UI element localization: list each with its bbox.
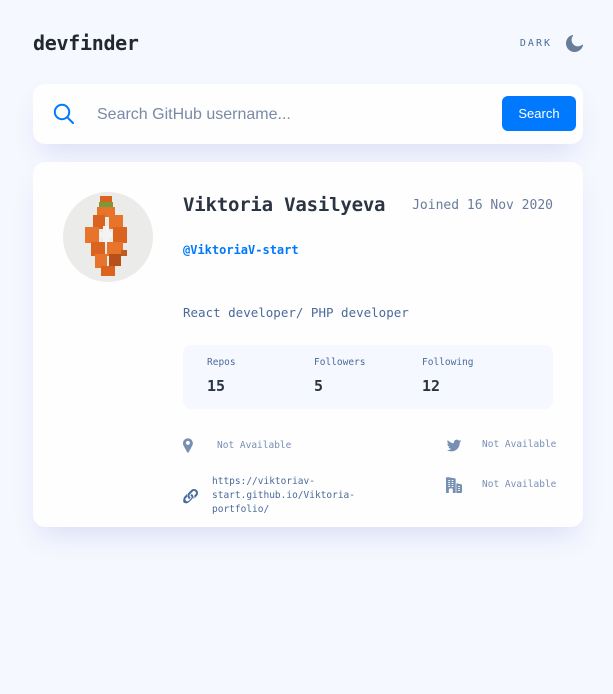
profile-card: Viktoria Vasilyeva Joined 16 Nov 2020 @V… (33, 162, 583, 527)
app-logo: devfinder (33, 31, 139, 55)
company-text: Not Available (482, 479, 557, 490)
stat-following: Following 12 (422, 357, 473, 395)
stat-value: 5 (314, 377, 324, 395)
location-text: Not Available (217, 439, 292, 451)
profile-bio: React developer/ PHP developer (183, 305, 409, 320)
search-input[interactable] (95, 98, 479, 132)
stat-label: Following (422, 357, 474, 368)
app-header: devfinder DARK (33, 28, 583, 58)
theme-toggle-button[interactable]: DARK (519, 34, 583, 52)
search-button[interactable]: Search (502, 96, 576, 131)
profile-login-link[interactable]: @ViktoriaV-start (183, 243, 299, 257)
stats-panel: Repos 15 Followers 5 Following 12 (183, 345, 553, 409)
avatar-image (63, 192, 153, 282)
link-icon (183, 488, 198, 503)
stat-repos: Repos 15 (207, 357, 236, 395)
search-icon (53, 103, 74, 124)
twitter-icon (446, 439, 462, 451)
blog-link[interactable]: https://viktoriav-start.github.io/Viktor… (212, 475, 412, 517)
theme-toggle-label: DARK (519, 37, 552, 49)
avatar (63, 192, 153, 282)
stat-label: Repos (207, 357, 236, 368)
twitter-item: Not Available (446, 438, 556, 452)
company-item: Not Available (446, 477, 556, 493)
stat-value: 15 (207, 377, 226, 395)
joined-date: Joined 16 Nov 2020 (412, 198, 553, 213)
blog-item: https://viktoriav-start.github.io/Viktor… (183, 475, 412, 517)
location-item: Not Available (183, 438, 291, 453)
search-bar: Search (33, 84, 583, 144)
profile-name: Viktoria Vasilyeva (183, 194, 386, 216)
moon-icon (566, 34, 583, 52)
stat-label: Followers (314, 357, 366, 368)
stat-value: 12 (422, 377, 441, 395)
stat-followers: Followers 5 (314, 357, 365, 395)
location-pin-icon (183, 438, 193, 453)
company-building-icon (446, 477, 462, 493)
twitter-text: Not Available (482, 439, 557, 450)
